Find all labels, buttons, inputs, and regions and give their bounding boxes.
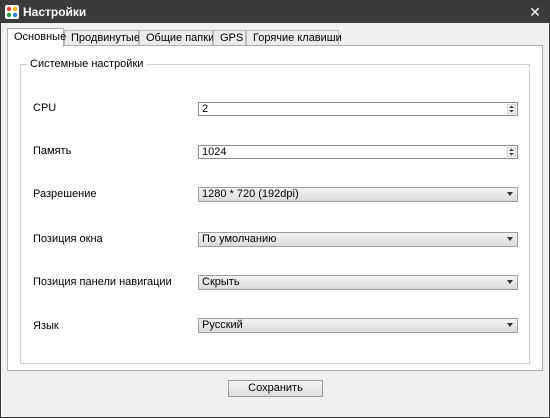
- memory-label: Память: [33, 145, 72, 157]
- nav-panel-position-label: Позиция панели навигации: [33, 276, 172, 288]
- language-select[interactable]: Русский: [198, 318, 518, 333]
- language-value: Русский: [202, 319, 243, 331]
- window-position-value: По умолчанию: [202, 233, 277, 245]
- spin-arrows-icon[interactable]: [507, 147, 516, 157]
- title-bar: Настройки ✕: [1, 1, 549, 23]
- tab-gps[interactable]: GPS: [213, 30, 246, 46]
- tab-advanced[interactable]: Продвинутые: [64, 30, 140, 46]
- nav-panel-position-value: Скрыть: [202, 276, 240, 288]
- group-title: Системные настройки: [27, 58, 147, 70]
- language-label: Язык: [33, 320, 59, 332]
- cpu-label: CPU: [33, 102, 57, 114]
- chevron-down-icon: [507, 280, 513, 284]
- cpu-spinbox[interactable]: 2: [198, 102, 518, 116]
- app-icon: [5, 5, 19, 19]
- spin-arrows-icon[interactable]: [507, 104, 516, 114]
- save-button[interactable]: Сохранить: [228, 380, 323, 397]
- resolution-value: 1280 * 720 (192dpi): [202, 188, 299, 200]
- resolution-select[interactable]: 1280 * 720 (192dpi): [198, 187, 518, 202]
- resolution-label: Разрешение: [33, 188, 97, 200]
- settings-window: Настройки ✕ Основные Продвинутые Общие п…: [0, 0, 550, 418]
- system-settings-group: Системные настройки CPU 2 Память 1024 Ра…: [20, 58, 530, 364]
- cpu-value: 2: [202, 103, 209, 115]
- chevron-down-icon: [507, 192, 513, 196]
- window-position-select[interactable]: По умолчанию: [198, 232, 518, 247]
- chevron-down-icon: [507, 323, 513, 327]
- window-title: Настройки: [23, 5, 87, 19]
- window-position-label: Позиция окна: [33, 233, 103, 245]
- close-button[interactable]: ✕: [527, 3, 543, 21]
- tab-panel: Системные настройки CPU 2 Память 1024 Ра…: [7, 45, 543, 371]
- tab-shared-folders[interactable]: Общие папки: [139, 30, 214, 46]
- chevron-down-icon: [507, 237, 513, 241]
- memory-spinbox[interactable]: 1024: [198, 145, 518, 159]
- memory-value: 1024: [202, 146, 227, 158]
- tab-basic[interactable]: Основные: [7, 28, 66, 47]
- tab-hotkeys[interactable]: Горячие клавиши: [246, 30, 342, 46]
- nav-panel-position-select[interactable]: Скрыть: [198, 275, 518, 290]
